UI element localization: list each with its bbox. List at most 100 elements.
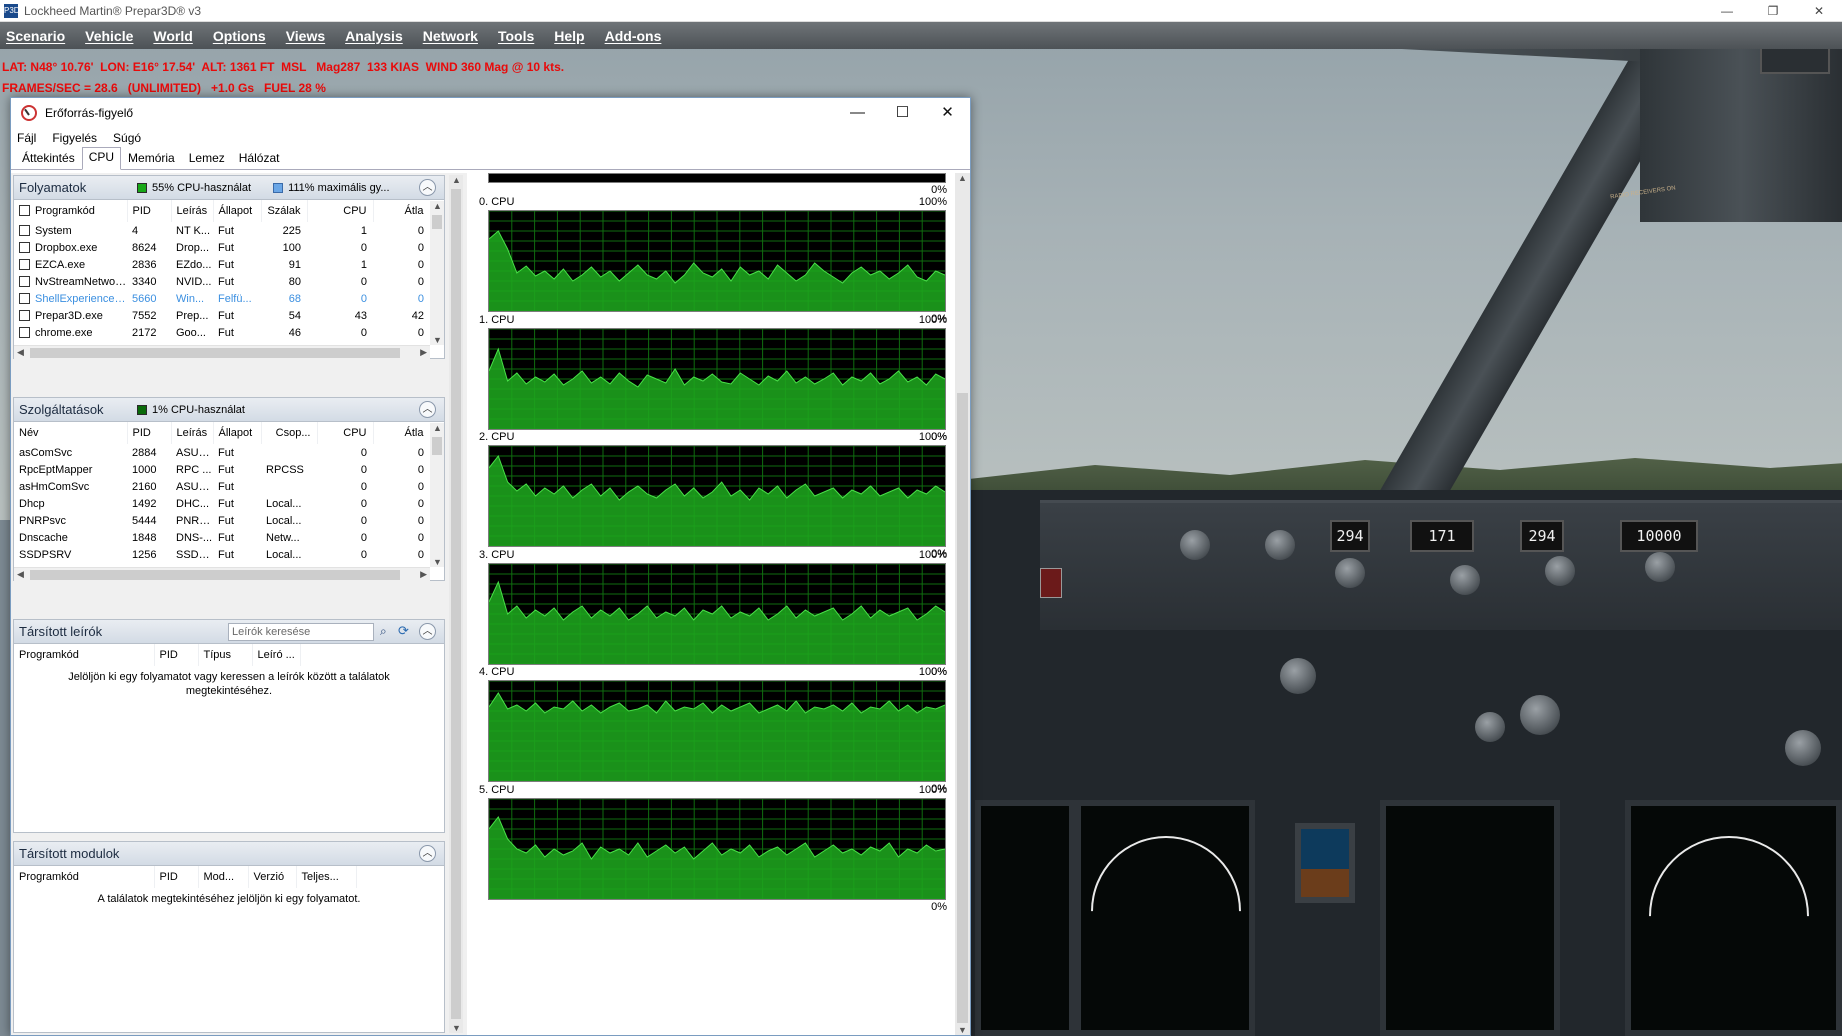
collapse-services-icon[interactable]: ︿ [419,401,436,418]
table-row[interactable]: SSDPSRV 1256 SSDP... Fut Local... 0 0 [14,546,430,563]
refresh-icon[interactable]: ⟳ [398,623,409,639]
column-header[interactable]: Teljes... [296,866,357,888]
scroll-right-icon[interactable]: ▶ [420,347,427,358]
tab-overview[interactable]: Áttekintés [15,148,82,169]
menu-world[interactable]: World [153,28,192,44]
scroll-up-icon[interactable]: ▲ [433,423,442,433]
processes-hscroll-thumb[interactable] [30,348,400,358]
column-header[interactable]: Átla [373,200,430,222]
app-minimize-button[interactable]: — [1704,0,1750,22]
rm-menu-monitor[interactable]: Figyelés [52,131,97,145]
app-maximize-button[interactable]: ❐ [1750,0,1796,22]
table-row[interactable]: asComSvc 2884 ASUS... Fut 0 0 [14,444,430,461]
column-header[interactable]: PID [154,644,199,666]
rm-close-button[interactable]: ✕ [925,98,970,128]
menu-views[interactable]: Views [286,28,325,44]
scroll-down-icon[interactable]: ▼ [433,335,442,345]
altitude-knob[interactable] [1645,552,1675,582]
scroll-right-icon[interactable]: ▶ [420,569,427,580]
column-header[interactable]: Átla [373,422,430,444]
row-checkbox[interactable] [19,258,30,270]
yaw-damper-knob[interactable] [1280,658,1316,694]
row-checkbox[interactable] [19,241,30,253]
rm-menu-file[interactable]: Fájl [17,131,36,145]
table-row[interactable]: Dhcp 1492 DHC... Fut Local... 0 0 [14,495,430,512]
collapse-processes-icon[interactable]: ︿ [419,179,436,196]
scroll-up-icon[interactable]: ▲ [452,175,461,185]
table-row[interactable]: ShellExperienceHos... 5660 Win... Felfü... 6… [14,290,430,307]
tab-disk[interactable]: Lemez [182,148,232,169]
menu-addons[interactable]: Add-ons [605,28,662,44]
left-pane-vscroll-thumb[interactable] [451,189,461,1019]
row-checkbox[interactable] [19,292,30,304]
efis-knob[interactable] [1520,695,1560,735]
column-header[interactable]: PID [127,200,172,222]
processes-hscrollbar[interactable]: ◀ ▶ [14,345,430,359]
column-header[interactable]: Mod... [198,866,249,888]
table-row[interactable]: Dnscache 1848 DNS-... Fut Netw... 0 0 [14,529,430,546]
menu-analysis[interactable]: Analysis [345,28,403,44]
app-close-button[interactable]: ✕ [1796,0,1842,22]
column-header[interactable]: Programkód [14,200,128,222]
lower-du-knob[interactable] [1785,730,1821,766]
column-header[interactable]: PID [127,422,172,444]
table-row[interactable]: Prepar3D.exe 7552 Prep... Fut 54 43 42 [14,307,430,324]
services-vscrollbar[interactable]: ▲ ▼ [430,423,444,567]
autobrake-knob[interactable] [1475,712,1505,742]
scroll-left-icon[interactable]: ◀ [17,347,24,358]
table-row[interactable]: RpcEptMapper 1000 RPC ... Fut RPCSS 0 0 [14,461,430,478]
search-icon[interactable]: ⌕ [380,624,387,639]
table-row[interactable]: NvStreamNetworkS... 3340 NVID... Fut 80 0 0 [14,273,430,290]
services-hscroll-thumb[interactable] [30,570,400,580]
scroll-left-icon[interactable]: ◀ [17,569,24,580]
column-header[interactable]: Név [14,422,128,444]
handles-header[interactable]: Társított leírók Leírók keresése ⌕ ⟳ ︿ [14,620,444,644]
column-header[interactable]: PID [154,866,199,888]
column-header[interactable]: Állapot [213,200,262,222]
collapse-handles-icon[interactable]: ︿ [419,623,436,640]
row-checkbox[interactable] [19,343,30,344]
column-header[interactable]: CPU [317,422,374,444]
menu-network[interactable]: Network [423,28,478,44]
graphs-vscroll-thumb[interactable] [957,393,968,1023]
menu-help[interactable]: Help [554,28,584,44]
course-knob[interactable] [1335,558,1365,588]
heading-knob[interactable] [1545,556,1575,586]
row-checkbox[interactable] [19,275,30,287]
rm-maximize-button[interactable]: ☐ [880,98,925,128]
services-vscroll-thumb[interactable] [432,437,442,455]
table-row[interactable]: Dropbox.exe 8624 Drop... Fut 100 0 0 [14,239,430,256]
rm-minimize-button[interactable]: — [835,98,880,128]
column-header[interactable]: Csop... [261,422,318,444]
processes-vscrollbar[interactable]: ▲ ▼ [430,201,444,345]
menu-scenario[interactable]: Scenario [6,28,65,44]
scroll-up-icon[interactable]: ▲ [433,201,442,211]
column-header[interactable]: Állapot [213,422,262,444]
services-hscrollbar[interactable]: ◀ ▶ [14,567,430,581]
menu-tools[interactable]: Tools [498,28,534,44]
services-header[interactable]: Szolgáltatások 1% CPU-használat ︿ [14,398,444,422]
menu-vehicle[interactable]: Vehicle [85,28,133,44]
column-header[interactable]: Leírás [171,422,214,444]
table-row[interactable]: EZCA.exe 2836 EZdo... Fut 91 1 0 [14,256,430,273]
column-header[interactable]: Típus [198,644,253,666]
tab-memory[interactable]: Memória [121,148,182,169]
table-row[interactable]: explorer.exe3828Win...Fut4300 [14,341,430,344]
table-row[interactable]: System 4 NT K... Fut 225 1 0 [14,222,430,239]
left-panel-knob-1[interactable] [1180,530,1210,560]
scroll-up-icon[interactable]: ▲ [958,173,967,183]
table-row[interactable]: asHmComSvc 2160 ASUS... Fut 0 0 [14,478,430,495]
tab-cpu[interactable]: CPU [81,147,122,170]
column-header[interactable]: Programkód [14,644,155,666]
column-header[interactable]: Leíró ... [252,644,301,666]
column-header[interactable]: Programkód [14,866,155,888]
column-header[interactable]: Verzió [248,866,297,888]
collapse-modules-icon[interactable]: ︿ [419,845,436,862]
row-checkbox[interactable] [19,326,30,338]
scroll-down-icon[interactable]: ▼ [433,557,442,567]
row-checkbox[interactable] [19,309,30,321]
processes-header[interactable]: Folyamatok 55% CPU-használat 111% maximá… [14,176,444,200]
column-header[interactable]: Leírás [171,200,214,222]
modules-header[interactable]: Társított modulok ︿ [14,842,444,866]
left-pane-vscrollbar[interactable]: ▲ ▼ [449,175,463,1033]
